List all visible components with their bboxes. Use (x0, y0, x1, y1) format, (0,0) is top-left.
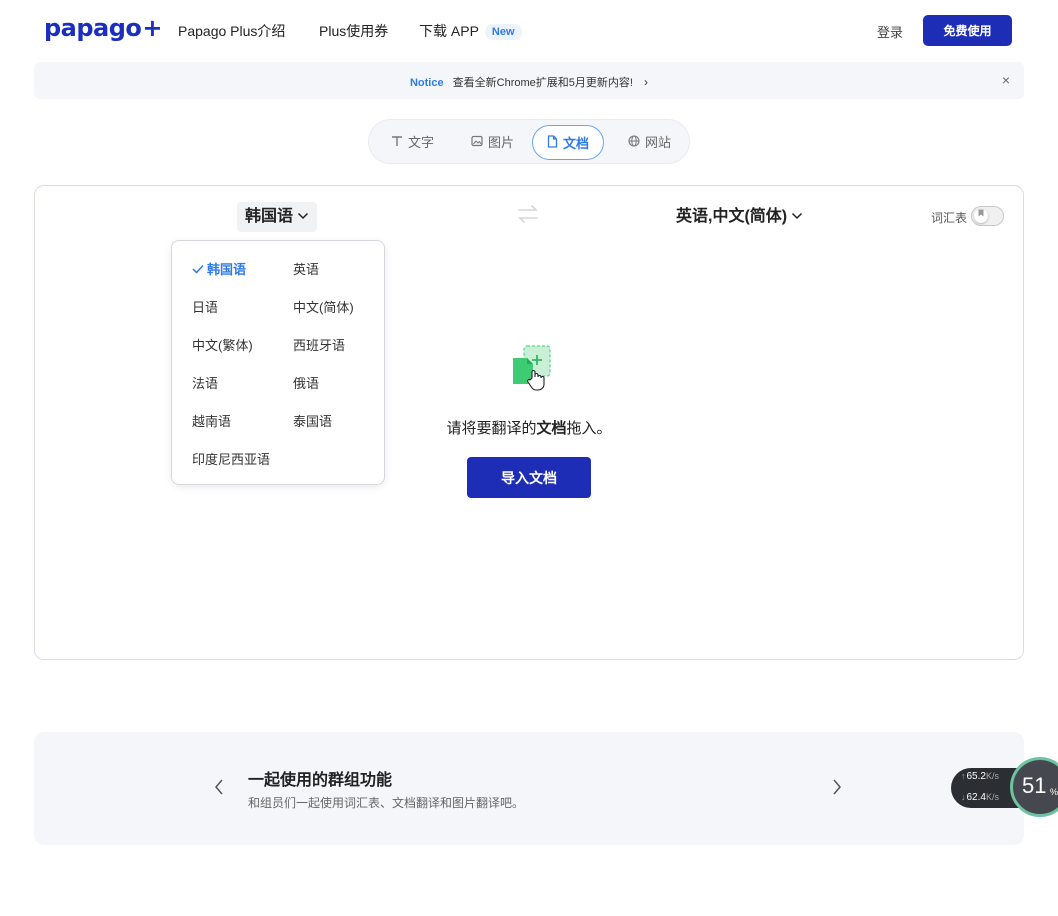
free-use-button[interactable]: 免费使用 (923, 15, 1012, 46)
notice-tag: Notice (409, 77, 444, 89)
promo-description: 和组员们一起使用词汇表、文档翻译和图片翻译吧。 (248, 796, 525, 810)
chevron-right-icon[interactable] (831, 777, 843, 803)
language-option-spanish[interactable]: 西班牙语 (293, 335, 345, 354)
drop-instruction-bold: 文档 (536, 420, 567, 437)
drop-instruction: 请将要翻译的文档拖入。 (446, 420, 612, 437)
language-option-english[interactable]: 英语 (293, 259, 319, 278)
logo-plus: + (142, 14, 163, 42)
promo-banner (34, 732, 1024, 845)
language-option-label: 韩国语 (207, 262, 247, 277)
language-option-chinese-traditional[interactable]: 中文(繁体) (192, 335, 253, 354)
document-upload-icon (510, 344, 554, 398)
cpu-usage-value: 51 (1022, 773, 1047, 798)
source-language-selector[interactable]: 韩国语 (237, 201, 318, 232)
tab-website-label: 网站 (645, 135, 672, 150)
tab-document-label: 文档 (563, 136, 590, 151)
nav-download-app[interactable]: 下载 APP New (419, 21, 522, 41)
swap-languages-icon[interactable] (516, 204, 540, 230)
globe-icon (628, 126, 640, 161)
header: papago+ Papago Plus介绍 Plus使用券 下载 APP New … (0, 0, 1058, 60)
language-option-chinese-simplified[interactable]: 中文(简体) (293, 297, 354, 316)
tab-website[interactable]: 网站 (614, 125, 685, 160)
cpu-usage-unit: % (1050, 787, 1058, 797)
notice-bar: Notice 查看全新Chrome扩展和5月更新内容! › × (34, 62, 1024, 99)
notice-content[interactable]: Notice 查看全新Chrome扩展和5月更新内容! › (34, 74, 1024, 90)
language-option-japanese[interactable]: 日语 (192, 297, 218, 316)
source-language-label: 韩国语 (245, 208, 294, 225)
language-option-korean[interactable]: 韩国语 (192, 259, 246, 278)
glossary-label: 词汇表 (931, 211, 968, 225)
download-speed: ↓62.4K/s (961, 792, 999, 803)
glossary-toggle[interactable] (971, 206, 1004, 226)
tab-text[interactable]: 文字 (377, 125, 448, 160)
nav-download-app-label: 下载 APP (419, 23, 479, 39)
close-icon[interactable]: × (1002, 72, 1010, 88)
arrow-down-icon: ↓ (961, 792, 966, 802)
import-document-button[interactable]: 导入文档 (467, 457, 591, 498)
target-language-selector[interactable]: 英语,中文(简体) (676, 202, 803, 232)
new-badge: New (484, 24, 522, 40)
check-icon (192, 262, 204, 277)
bookmark-icon (974, 209, 988, 223)
tab-image[interactable]: 图片 (457, 125, 528, 160)
login-link[interactable]: 登录 (877, 22, 903, 41)
chevron-down-icon (791, 201, 803, 231)
language-option-russian[interactable]: 俄语 (293, 373, 319, 392)
chevron-down-icon (297, 201, 309, 231)
nav-papago-plus-intro[interactable]: Papago Plus介绍 (178, 21, 285, 41)
translation-type-tabs: 文字 图片 文档 网站 (368, 119, 690, 164)
language-option-french[interactable]: 法语 (192, 373, 218, 392)
papago-logo[interactable]: papago+ (44, 14, 163, 42)
chevron-right-icon: › (644, 75, 649, 89)
language-option-indonesian[interactable]: 印度尼西亚语 (192, 449, 270, 468)
nav-plus-coupon[interactable]: Plus使用券 (319, 21, 388, 41)
promo-title: 一起使用的群组功能 (248, 772, 393, 789)
upload-speed: ↑65.2K/s (961, 771, 999, 782)
source-language-dropdown: 韩国语 英语 日语 中文(简体) 中文(繁体) 西班牙语 法语 俄语 越南语 泰… (171, 240, 385, 485)
chevron-left-icon[interactable] (213, 777, 225, 803)
text-icon (391, 126, 403, 161)
notice-text: 查看全新Chrome扩展和5月更新内容! (452, 77, 633, 89)
tab-document[interactable]: 文档 (532, 125, 605, 162)
tab-image-label: 图片 (488, 135, 515, 150)
document-icon (547, 127, 558, 162)
arrow-up-icon: ↑ (961, 771, 966, 781)
image-icon (471, 126, 483, 161)
tab-text-label: 文字 (408, 135, 435, 150)
target-language-label: 英语,中文(简体) (676, 208, 788, 225)
